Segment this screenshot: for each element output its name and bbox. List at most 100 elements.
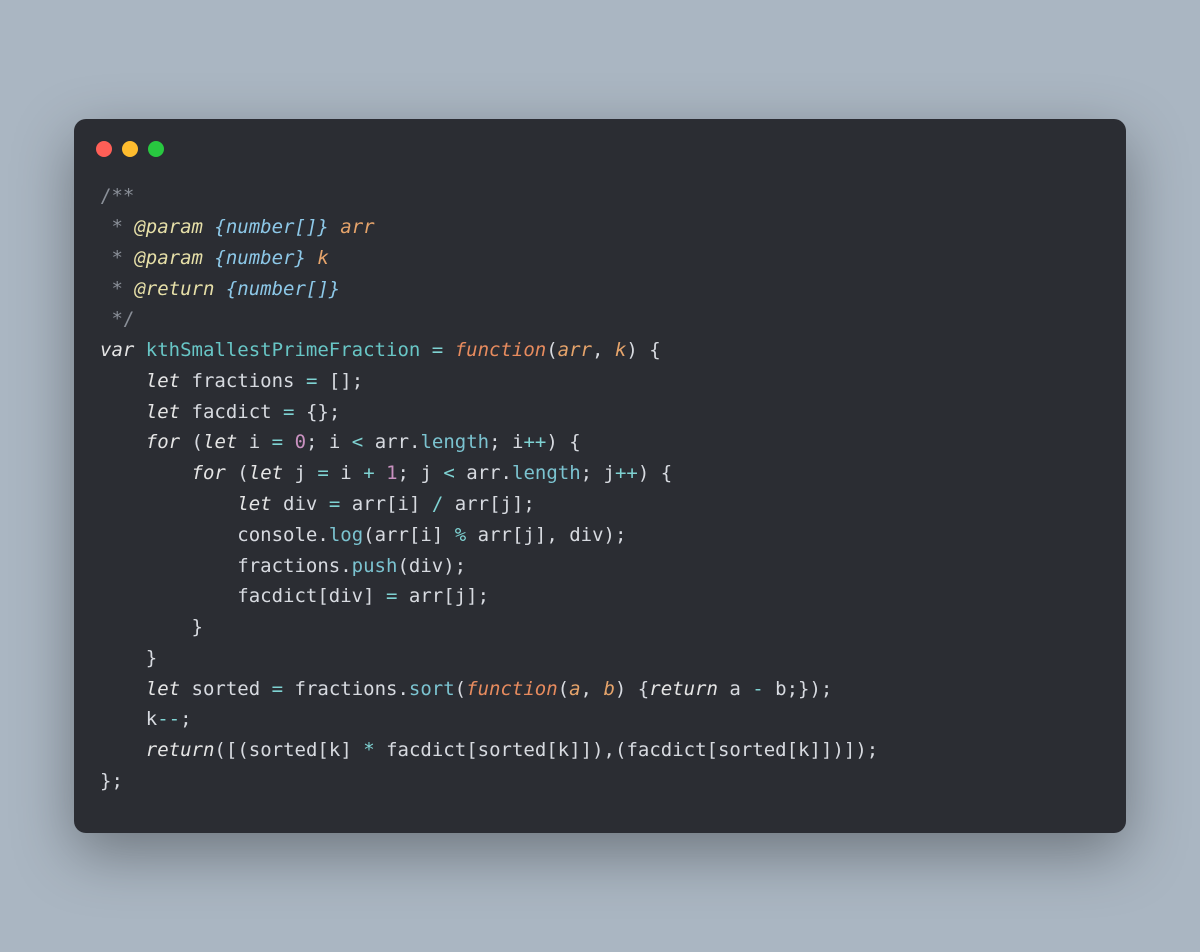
code-token: i — [512, 431, 523, 453]
code-token: let — [249, 462, 283, 484]
code-token: [ — [489, 493, 500, 515]
code-token: ( — [192, 431, 203, 453]
code-token: ] — [363, 585, 374, 607]
code-token: ] — [409, 493, 420, 515]
code-token — [317, 370, 328, 392]
code-token: arr — [363, 431, 409, 453]
code-token: arr — [340, 216, 374, 238]
code-token: fractions — [283, 678, 397, 700]
code-token: div — [272, 493, 329, 515]
code-line: console.log(arr[i] % arr[j], div); — [100, 520, 1100, 551]
code-token: k — [100, 708, 157, 730]
code-editor[interactable]: /** * @param {number[]} arr * @param {nu… — [74, 171, 1126, 804]
code-token: } — [798, 678, 809, 700]
code-token — [638, 339, 649, 361]
code-token — [100, 401, 146, 423]
code-token: = — [329, 493, 340, 515]
code-token: fractions — [100, 555, 340, 577]
code-token: { — [649, 339, 660, 361]
code-token: let — [146, 678, 180, 700]
code-token: k — [798, 739, 809, 761]
code-token — [375, 585, 386, 607]
code-token — [100, 493, 237, 515]
code-line: return([(sorted[k] * facdict[sorted[k]])… — [100, 735, 1100, 766]
code-token: arr — [375, 524, 409, 546]
code-token: ) — [443, 555, 454, 577]
code-token: . — [340, 555, 351, 577]
code-token: ; — [787, 678, 798, 700]
code-token: j — [523, 524, 534, 546]
code-token: , — [581, 678, 604, 700]
code-token: sorted — [249, 739, 318, 761]
code-token: 0 — [295, 431, 306, 453]
code-token: . — [397, 678, 408, 700]
code-token: ; — [398, 462, 421, 484]
code-token: ( — [558, 678, 569, 700]
code-token: sorted — [478, 739, 547, 761]
code-token — [626, 678, 637, 700]
code-token: j — [420, 462, 443, 484]
code-token: = — [283, 401, 294, 423]
code-token: { — [638, 678, 649, 700]
code-token: . — [409, 431, 420, 453]
code-token: [ — [512, 524, 523, 546]
code-token: = — [317, 462, 328, 484]
code-token: let — [237, 493, 271, 515]
code-token: k — [615, 339, 626, 361]
code-token: ; — [615, 524, 626, 546]
code-token: = — [306, 370, 317, 392]
code-token: ; — [111, 770, 122, 792]
code-token: a — [569, 678, 580, 700]
code-token: ++ — [615, 462, 638, 484]
close-icon[interactable] — [96, 141, 112, 157]
code-token: ) — [809, 678, 820, 700]
code-token: = — [272, 678, 283, 700]
code-token: @param — [134, 216, 203, 238]
code-token — [420, 493, 431, 515]
code-token: length — [420, 431, 489, 453]
code-token: } — [100, 770, 111, 792]
code-token: ( — [397, 555, 408, 577]
code-token — [203, 216, 214, 238]
code-token: * — [100, 278, 134, 300]
code-token: ] — [432, 524, 443, 546]
code-token: ) — [638, 462, 649, 484]
code-token: return — [649, 678, 718, 700]
code-line: /** — [100, 181, 1100, 212]
code-token: div — [569, 524, 603, 546]
code-token: ++ — [523, 431, 546, 453]
code-token: ] — [810, 739, 821, 761]
maximize-icon[interactable] — [148, 141, 164, 157]
code-token: ) — [626, 339, 637, 361]
code-token: k — [558, 739, 569, 761]
code-token: k — [317, 247, 328, 269]
code-token — [100, 431, 146, 453]
code-line: fractions.push(div); — [100, 551, 1100, 582]
code-token: ] — [569, 739, 580, 761]
code-token: , — [546, 524, 569, 546]
code-token: function — [466, 678, 558, 700]
code-token: let — [203, 431, 237, 453]
code-line: * @return {number[]} — [100, 274, 1100, 305]
code-token: arr — [340, 493, 386, 515]
code-token: ( — [363, 524, 374, 546]
code-line: k--; — [100, 704, 1100, 735]
code-token: [ — [409, 524, 420, 546]
code-token: -- — [157, 708, 180, 730]
code-token: * — [363, 739, 374, 761]
code-token: for — [146, 431, 180, 453]
code-token: < — [443, 462, 454, 484]
code-token: j — [604, 462, 615, 484]
code-line: let facdict = {}; — [100, 397, 1100, 428]
code-token: {} — [306, 401, 329, 423]
window-titlebar — [74, 141, 1126, 171]
code-token: { — [661, 462, 672, 484]
code-token: ) — [832, 739, 843, 761]
code-token: % — [455, 524, 466, 546]
code-token: k — [329, 739, 340, 761]
minimize-icon[interactable] — [122, 141, 138, 157]
code-token: i — [397, 493, 408, 515]
code-token — [100, 462, 192, 484]
code-token: /** — [100, 185, 134, 207]
code-token — [352, 739, 363, 761]
